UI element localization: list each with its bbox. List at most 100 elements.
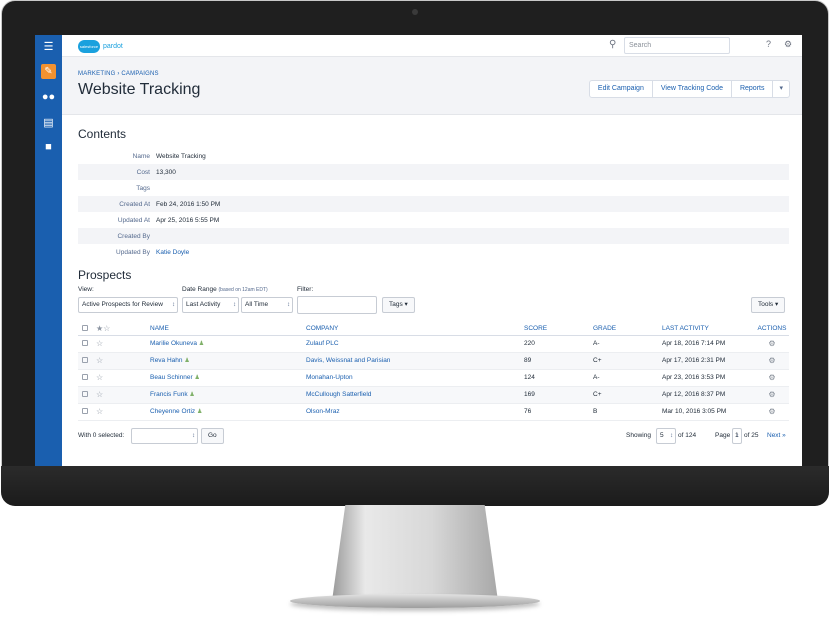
- reports-button[interactable]: Reports: [732, 81, 774, 97]
- date-range-note: (based on 12am EDT): [218, 287, 268, 293]
- prospects-heading: Prospects: [78, 268, 132, 282]
- detail-row: Tags: [78, 180, 789, 196]
- col-last-activity[interactable]: LAST ACTIVITY: [662, 322, 755, 336]
- detail-value: Feb 24, 2016 1:50 PM: [156, 200, 221, 208]
- last-activity-cell: Apr 12, 2016 8:37 PM: [662, 386, 755, 404]
- row-checkbox[interactable]: [82, 340, 88, 347]
- score-cell: 220: [524, 335, 593, 353]
- prospect-name-link[interactable]: Cheyenne Ortiz: [150, 408, 195, 415]
- person-icon: ♟: [194, 375, 200, 381]
- tools-button[interactable]: Tools ▾: [751, 297, 786, 313]
- menu-icon[interactable]: ☰: [35, 35, 62, 57]
- row-checkbox[interactable]: [82, 357, 88, 364]
- row-gear-icon[interactable]: ⚙: [768, 356, 775, 365]
- prospect-name-link[interactable]: Beau Schinner: [150, 374, 193, 381]
- select-all-checkbox[interactable]: [82, 325, 88, 332]
- company-link[interactable]: Zulauf PLC: [306, 335, 524, 353]
- pardot-logo[interactable]: salesforce pardot: [78, 39, 123, 53]
- grade-cell: B: [593, 403, 662, 421]
- row-gear-icon[interactable]: ⚙: [768, 339, 775, 348]
- camera-dot: [412, 9, 418, 15]
- star-icon[interactable]: ☆: [96, 390, 103, 399]
- star-header-cell: ★☆: [96, 322, 150, 336]
- detail-row: Cost 13,300: [78, 164, 789, 180]
- report-icon[interactable]: ▤: [35, 111, 62, 133]
- star-sort-icon[interactable]: ★☆: [96, 324, 110, 333]
- header-button-group: Edit Campaign View Tracking Code Reports…: [588, 80, 790, 98]
- detail-label: Created By: [117, 232, 150, 240]
- row-gear-icon[interactable]: ⚙: [768, 407, 775, 416]
- star-icon[interactable]: ☆: [96, 339, 103, 348]
- row-gear-icon[interactable]: ⚙: [768, 373, 775, 382]
- last-activity-cell: Apr 18, 2016 7:14 PM: [662, 335, 755, 353]
- company-link[interactable]: Monahan-Upton: [306, 369, 524, 387]
- page-title: Website Tracking: [78, 81, 201, 98]
- company-link[interactable]: McCullough Satterfield: [306, 386, 524, 404]
- star-icon[interactable]: ☆: [96, 356, 103, 365]
- app-screen: ☰ ✎ ●● ▤ ■ salesforce pardot ⚲ Search ? …: [35, 35, 802, 466]
- col-grade[interactable]: GRADE: [593, 322, 662, 336]
- global-search-input[interactable]: Search: [624, 37, 730, 54]
- pencil-icon: ✎: [41, 63, 56, 79]
- date-period-select[interactable]: All Time: [241, 297, 293, 313]
- monitor-chin: [1, 466, 829, 506]
- people-icon[interactable]: ●●: [35, 86, 62, 108]
- page-number-input[interactable]: 1: [732, 428, 742, 444]
- logo-text: pardot: [103, 42, 123, 50]
- briefcase-icon[interactable]: ■: [35, 136, 62, 158]
- date-field-select[interactable]: Last Activity: [182, 297, 239, 313]
- table-row: ☆ Reva Hahn ♟ Davis, Weissnat and Parisi…: [78, 352, 789, 370]
- filter-label: Filter:: [297, 286, 314, 293]
- row-checkbox[interactable]: [82, 374, 88, 381]
- view-select[interactable]: Active Prospects for Review: [78, 297, 178, 313]
- tags-button[interactable]: Tags ▾: [382, 297, 415, 313]
- company-link[interactable]: Davis, Weissnat and Parisian: [306, 352, 524, 370]
- go-button[interactable]: Go: [201, 428, 224, 444]
- company-link[interactable]: Olson-Mraz: [306, 403, 524, 421]
- last-activity-cell: Apr 23, 2016 3:53 PM: [662, 369, 755, 387]
- person-icon: ♟: [189, 392, 195, 398]
- view-tracking-code-button[interactable]: View Tracking Code: [653, 81, 732, 97]
- prospect-name-link[interactable]: Reva Hahn: [150, 357, 183, 364]
- filter-input[interactable]: [297, 296, 377, 314]
- detail-label: Cost: [136, 168, 150, 176]
- detail-value: 13,300: [156, 168, 176, 176]
- row-checkbox[interactable]: [82, 408, 88, 415]
- gear-icon[interactable]: ⚙: [784, 39, 792, 50]
- bulk-action-select[interactable]: [131, 428, 198, 444]
- edit-campaign-button[interactable]: Edit Campaign: [590, 81, 653, 97]
- star-icon[interactable]: ☆: [96, 373, 103, 382]
- page-count-label: of 25: [744, 432, 759, 439]
- score-cell: 89: [524, 352, 593, 370]
- star-icon[interactable]: ☆: [96, 407, 103, 416]
- table-row: ☆ Francis Funk ♟ McCullough Satterfield …: [78, 386, 789, 404]
- score-cell: 169: [524, 386, 593, 404]
- monitor-mockup: ☰ ✎ ●● ▤ ■ salesforce pardot ⚲ Search ? …: [0, 0, 830, 623]
- breadcrumb[interactable]: MARKETING › CAMPAIGNS: [78, 71, 159, 77]
- prospect-name-link[interactable]: Marilie Okuneva: [150, 340, 197, 347]
- rail-item-marketing[interactable]: ✎: [35, 60, 62, 82]
- page-size-select[interactable]: 5: [656, 428, 676, 444]
- page-label: Page: [715, 432, 731, 439]
- view-label: View:: [78, 286, 94, 293]
- campaign-details: Name Website Tracking Cost 13,300 Tags C…: [78, 148, 789, 260]
- prospect-name-link[interactable]: Francis Funk: [150, 391, 188, 398]
- table-row: ☆ Beau Schinner ♟ Monahan-Upton 124 A- A…: [78, 369, 789, 387]
- grade-cell: C+: [593, 386, 662, 404]
- contents-heading: Contents: [78, 127, 127, 141]
- next-page-link[interactable]: Next »: [767, 432, 786, 439]
- person-icon: ♟: [196, 409, 203, 415]
- col-score[interactable]: SCORE: [524, 322, 593, 336]
- col-name[interactable]: NAME: [150, 322, 306, 336]
- col-company[interactable]: COMPANY: [306, 322, 524, 336]
- help-icon[interactable]: ?: [766, 39, 771, 49]
- row-checkbox[interactable]: [82, 391, 88, 398]
- detail-label: Updated At: [117, 216, 150, 224]
- more-actions-dropdown[interactable]: ▾: [773, 81, 789, 97]
- row-gear-icon[interactable]: ⚙: [768, 390, 775, 399]
- detail-label: Name: [132, 152, 150, 160]
- date-range-text: Date Range: [182, 286, 217, 293]
- updated-by-link[interactable]: Katie Doyle: [156, 249, 189, 256]
- table-header-row: ★☆ NAME COMPANY SCORE GRADE LAST ACTIVIT…: [78, 322, 789, 336]
- detail-value: Apr 25, 2016 5:55 PM: [156, 216, 220, 224]
